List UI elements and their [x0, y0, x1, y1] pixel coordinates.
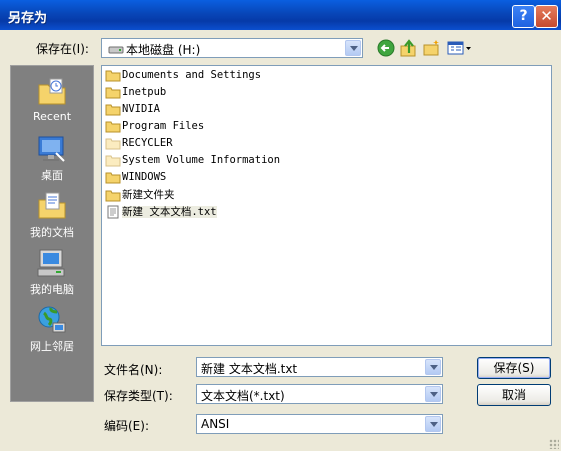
- my-computer-icon: [36, 247, 68, 279]
- network-icon: [36, 304, 68, 336]
- hidden-folder-icon: [105, 136, 121, 150]
- place-network[interactable]: 网上邻居: [11, 304, 93, 354]
- chevron-down-icon[interactable]: [425, 359, 441, 375]
- save-button[interactable]: 保存(S): [477, 357, 551, 379]
- folder-icon: [105, 119, 121, 133]
- my-documents-icon: [36, 190, 68, 222]
- filetype-label: 保存类型(T):: [104, 389, 173, 403]
- place-label: Recent: [32, 110, 72, 123]
- help-button[interactable]: ?: [512, 5, 535, 28]
- chevron-down-icon[interactable]: [425, 386, 441, 402]
- list-item[interactable]: Program Files: [105, 119, 204, 135]
- encoding-value: ANSI: [201, 417, 230, 431]
- cancel-button[interactable]: 取消: [477, 384, 551, 406]
- place-label: 我的电脑: [30, 283, 74, 296]
- list-item[interactable]: RECYCLER: [105, 136, 173, 152]
- file-name: RECYCLER: [122, 137, 173, 149]
- list-item[interactable]: 新建文件夹: [105, 187, 175, 203]
- drive-icon: [108, 44, 124, 58]
- recent-folder-icon: [36, 76, 68, 108]
- filetype-value: 文本文档(*.txt): [201, 389, 285, 403]
- places-bar: Recent 桌面 我的文档 我的电脑 网上邻居: [10, 65, 94, 402]
- close-button[interactable]: ✕: [535, 5, 558, 28]
- filename-label: 文件名(N):: [104, 363, 163, 377]
- new-folder-icon[interactable]: [423, 39, 441, 57]
- view-menu-icon[interactable]: [447, 39, 473, 57]
- chevron-down-icon[interactable]: [425, 416, 441, 432]
- save-in-dropdown[interactable]: 本地磁盘 (H:): [101, 38, 363, 58]
- list-item[interactable]: NVIDIA: [105, 102, 160, 118]
- back-icon[interactable]: [377, 39, 395, 57]
- list-item[interactable]: System Volume Information: [105, 153, 280, 169]
- folder-icon: [105, 85, 121, 99]
- place-recent[interactable]: Recent: [11, 76, 93, 123]
- file-name: 新建 文本文档.txt: [122, 206, 217, 218]
- place-label: 网上邻居: [30, 340, 74, 353]
- title-bar: 另存为 ? ✕: [0, 0, 561, 30]
- folder-icon: [105, 102, 121, 116]
- file-list[interactable]: Documents and Settings Inetpub NVIDIA Pr…: [101, 65, 552, 346]
- file-name: Program Files: [122, 120, 205, 132]
- list-item[interactable]: WINDOWS: [105, 170, 166, 186]
- up-folder-icon[interactable]: [400, 39, 418, 57]
- filename-value: 新建 文本文档.txt: [201, 362, 298, 376]
- filename-input[interactable]: 新建 文本文档.txt: [196, 357, 443, 377]
- chevron-down-icon[interactable]: [345, 40, 361, 56]
- folder-icon: [105, 170, 121, 184]
- place-my-computer[interactable]: 我的电脑: [11, 247, 93, 297]
- list-item[interactable]: Inetpub: [105, 85, 166, 101]
- file-name: Documents and Settings: [122, 69, 262, 81]
- place-desktop[interactable]: 桌面: [11, 133, 93, 183]
- folder-icon: [105, 188, 121, 202]
- file-name: NVIDIA: [122, 103, 160, 115]
- place-label: 桌面: [41, 169, 63, 182]
- list-item[interactable]: Documents and Settings: [105, 68, 261, 84]
- save-in-value: 本地磁盘 (H:): [126, 43, 201, 57]
- desktop-icon: [36, 133, 68, 165]
- encoding-label: 编码(E):: [104, 419, 149, 433]
- list-item[interactable]: 新建 文本文档.txt: [105, 204, 217, 220]
- file-name: WINDOWS: [122, 171, 167, 183]
- place-my-documents[interactable]: 我的文档: [11, 190, 93, 240]
- resize-grip-icon[interactable]: [549, 439, 559, 449]
- window-title: 另存为: [8, 11, 48, 26]
- filetype-dropdown[interactable]: 文本文档(*.txt): [196, 384, 443, 404]
- hidden-folder-icon: [105, 153, 121, 167]
- text-file-icon: [105, 205, 121, 219]
- save-in-label: 保存在(I):: [36, 42, 89, 56]
- file-name: System Volume Information: [122, 154, 281, 166]
- place-label: 我的文档: [30, 226, 74, 239]
- file-name: 新建文件夹: [122, 189, 175, 201]
- file-name: Inetpub: [122, 86, 167, 98]
- encoding-dropdown[interactable]: ANSI: [196, 414, 443, 434]
- folder-icon: [105, 68, 121, 82]
